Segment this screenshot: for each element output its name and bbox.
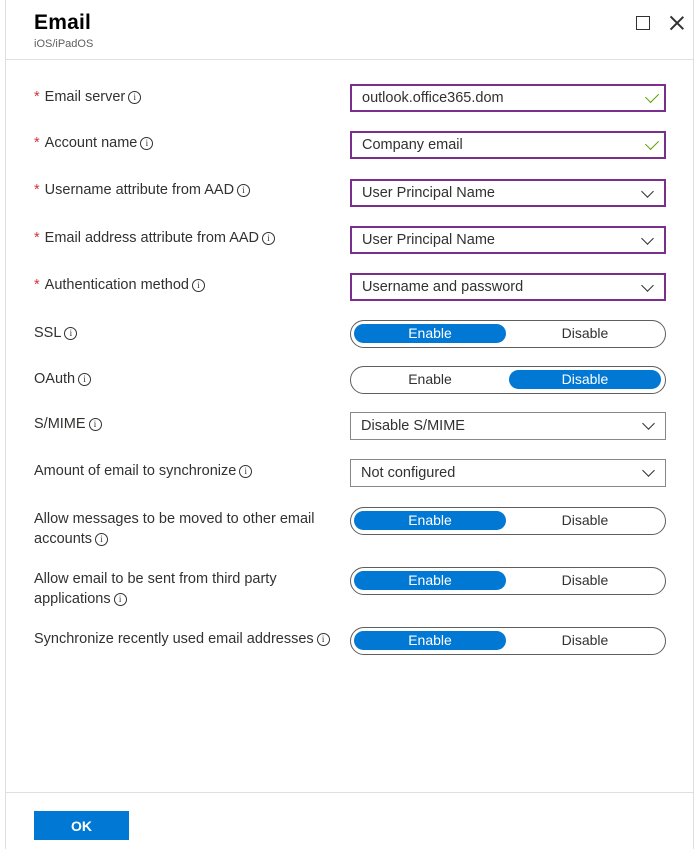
move-messages-toggle[interactable]: Enable Disable <box>350 507 666 535</box>
maximize-icon[interactable] <box>636 16 650 30</box>
ssl-enable-option[interactable]: Enable <box>354 324 506 343</box>
email-server-label: * Email server i <box>34 87 142 107</box>
third-party-toggle[interactable]: Enable Disable <box>350 567 666 595</box>
oauth-toggle[interactable]: Enable Disable <box>350 366 666 394</box>
ssl-disable-option[interactable]: Disable <box>509 324 661 343</box>
email-attribute-label: * Email address attribute from AAD i <box>34 228 276 248</box>
sync-amount-dropdown[interactable]: Not configured <box>350 459 666 487</box>
move-messages-enable-option[interactable]: Enable <box>354 511 506 530</box>
blade-title: Email <box>34 11 92 34</box>
account-name-input[interactable]: Company email <box>350 131 666 159</box>
blade-subtitle: iOS/iPadOS <box>34 38 94 50</box>
info-icon[interactable]: i <box>113 593 127 606</box>
chevron-down-icon <box>641 232 654 245</box>
close-icon[interactable] <box>668 14 686 32</box>
ssl-toggle[interactable]: Enable Disable <box>350 320 666 348</box>
info-icon[interactable]: i <box>237 184 251 197</box>
username-attribute-dropdown[interactable]: User Principal Name <box>350 179 666 207</box>
info-icon[interactable]: i <box>316 633 330 646</box>
sync-recent-enable-option[interactable]: Enable <box>354 631 506 650</box>
smime-dropdown[interactable]: Disable S/MIME <box>350 412 666 440</box>
oauth-label: OAuth i <box>34 369 92 389</box>
header-divider <box>6 59 694 60</box>
footer-divider <box>6 792 694 793</box>
info-icon[interactable]: i <box>262 232 276 245</box>
sync-recent-toggle[interactable]: Enable Disable <box>350 627 666 655</box>
sync-recent-label: Synchronize recently used email addresse… <box>34 629 330 649</box>
info-icon[interactable]: i <box>95 533 109 546</box>
required-mark: * <box>34 182 40 198</box>
info-icon[interactable]: i <box>239 465 253 478</box>
email-server-input[interactable]: outlook.office365.dom <box>350 84 666 112</box>
checkmark-icon <box>644 88 660 104</box>
checkmark-icon <box>644 135 660 151</box>
third-party-label: Allow email to be sent from third party a… <box>34 571 277 607</box>
info-icon[interactable]: i <box>78 373 92 386</box>
ok-button[interactable]: OK <box>34 811 129 840</box>
chevron-down-icon <box>642 417 655 430</box>
chevron-down-icon <box>642 464 655 477</box>
auth-method-dropdown[interactable]: Username and password <box>350 273 666 301</box>
blade-header: Email iOS/iPadOS <box>34 11 93 50</box>
auth-method-label: * Authentication method i <box>34 275 205 295</box>
oauth-enable-option[interactable]: Enable <box>354 370 506 389</box>
info-icon[interactable]: i <box>140 137 154 150</box>
required-mark: * <box>34 135 40 151</box>
required-mark: * <box>34 230 40 246</box>
chevron-down-icon <box>641 185 654 198</box>
email-attribute-dropdown[interactable]: User Principal Name <box>350 226 666 254</box>
info-icon[interactable]: i <box>88 418 102 431</box>
ssl-label: SSL i <box>34 323 78 343</box>
oauth-disable-option[interactable]: Disable <box>509 370 661 389</box>
sync-recent-disable-option[interactable]: Disable <box>509 631 661 650</box>
account-name-label: * Account name i <box>34 133 154 153</box>
third-party-disable-option[interactable]: Disable <box>509 571 661 590</box>
smime-label: S/MIME i <box>34 414 102 434</box>
chevron-down-icon <box>641 279 654 292</box>
username-attribute-label: * Username attribute from AAD i <box>34 180 251 200</box>
move-messages-label: Allow messages to be moved to other emai… <box>34 511 315 547</box>
info-icon[interactable]: i <box>191 279 205 292</box>
move-messages-disable-option[interactable]: Disable <box>509 511 661 530</box>
sync-amount-label: Amount of email to synchronize i <box>34 461 253 481</box>
required-mark: * <box>34 89 40 105</box>
required-mark: * <box>34 277 40 293</box>
info-icon[interactable]: i <box>64 327 78 340</box>
info-icon[interactable]: i <box>128 91 142 104</box>
third-party-enable-option[interactable]: Enable <box>354 571 506 590</box>
